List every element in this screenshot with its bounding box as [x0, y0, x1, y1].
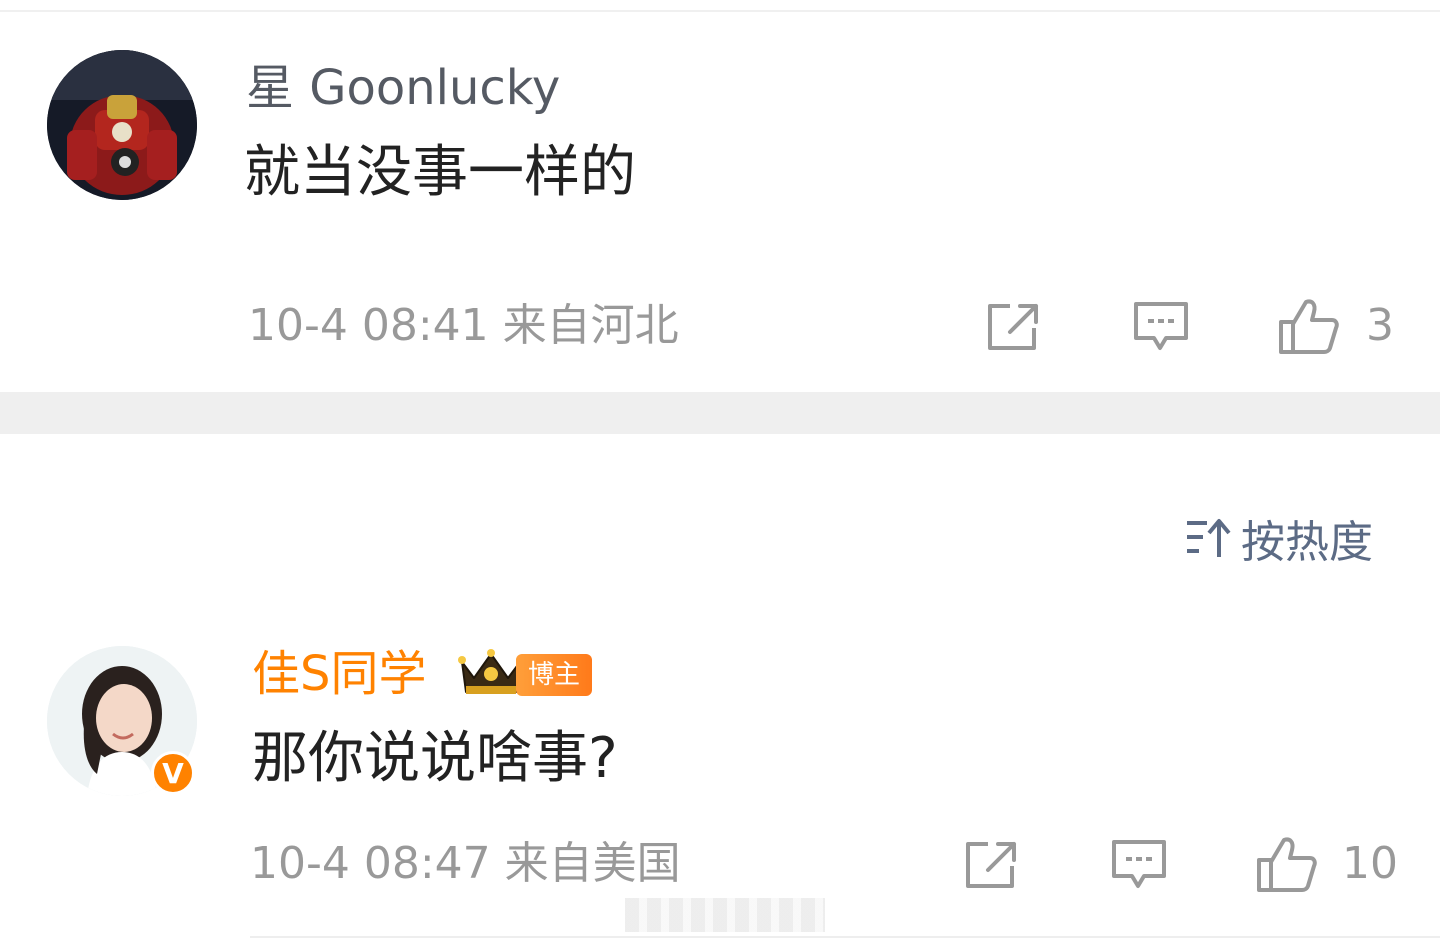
watermark	[625, 898, 825, 932]
like-count: 10	[1342, 838, 1398, 889]
comment-meta: 10-4 08:41 来自河北	[248, 300, 679, 351]
share-icon[interactable]	[984, 300, 1042, 354]
blogger-badge: 博主	[516, 654, 593, 696]
verified-badge: V	[151, 751, 195, 795]
comment-icon[interactable]	[1132, 300, 1190, 354]
username[interactable]: 星 Goonlucky	[246, 58, 560, 118]
comment-text: 那你说说啥事?	[252, 726, 618, 791]
like-count: 3	[1366, 300, 1394, 351]
comment-meta: 10-4 08:47 来自美国	[250, 838, 681, 889]
comment-item: V 佳S同学 博主 那你说说啥事? 10-4 08:47 来自美国 10	[0, 600, 1440, 940]
comment-icon[interactable]	[1110, 838, 1168, 892]
bottom-divider	[250, 936, 1440, 938]
armor-robot-avatar-icon	[47, 50, 197, 200]
sort-by-hot-button[interactable]: 按热度	[1185, 508, 1373, 568]
crown-icon	[458, 648, 524, 702]
comment-text: 就当没事一样的	[244, 140, 636, 205]
section-divider	[0, 392, 1440, 434]
like-icon[interactable]	[1256, 834, 1318, 894]
sort-label: 按热度	[1241, 517, 1373, 568]
sort-icon	[1187, 519, 1231, 557]
like-icon[interactable]	[1278, 296, 1340, 356]
share-icon[interactable]	[962, 838, 1020, 892]
username[interactable]: 佳S同学	[252, 644, 426, 704]
comment-item: 星 Goonlucky 就当没事一样的 10-4 08:41 来自河北 3	[0, 0, 1440, 392]
comments-page: 星 Goonlucky 就当没事一样的 10-4 08:41 来自河北 3 按热…	[0, 0, 1440, 947]
user-avatar[interactable]	[47, 50, 197, 200]
